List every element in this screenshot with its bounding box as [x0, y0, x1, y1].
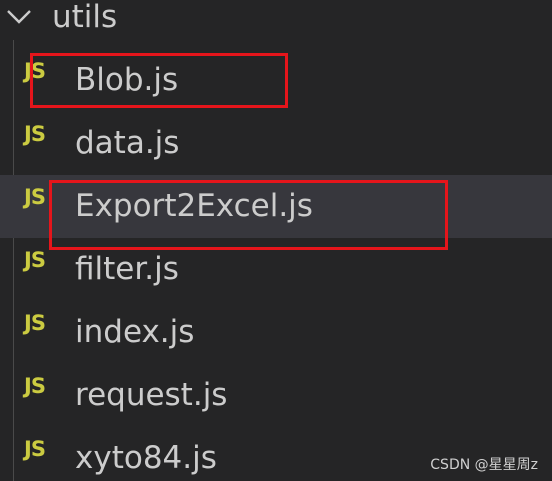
folder-row-utils[interactable]: utils: [0, 0, 552, 38]
js-file-icon: JS: [24, 311, 46, 335]
js-file-icon: JS: [24, 122, 46, 146]
js-file-icon: JS: [24, 248, 46, 272]
file-item-request[interactable]: JS request.js: [0, 364, 552, 427]
watermark: CSDN @星星周z: [430, 457, 538, 473]
chevron-down-icon[interactable]: [4, 2, 34, 32]
file-label: xyto84.js: [75, 440, 217, 476]
file-label: filter.js: [75, 251, 179, 287]
file-item-data[interactable]: JS data.js: [0, 112, 552, 175]
js-file-icon: JS: [24, 374, 46, 398]
file-item-index[interactable]: JS index.js: [0, 301, 552, 364]
file-label: index.js: [75, 314, 195, 350]
file-item-filter[interactable]: JS filter.js: [0, 238, 552, 301]
js-file-icon: JS: [24, 59, 46, 83]
js-file-icon: JS: [24, 437, 46, 461]
file-item-blob[interactable]: JS Blob.js: [0, 49, 552, 112]
file-label: Export2Excel.js: [75, 188, 313, 224]
file-label: Blob.js: [75, 62, 179, 98]
file-explorer: utils JS Blob.js JS data.js JS Export2Ex…: [0, 0, 552, 481]
js-file-icon: JS: [24, 185, 46, 209]
file-item-export2excel[interactable]: JS Export2Excel.js: [0, 175, 552, 238]
file-label: request.js: [75, 377, 228, 413]
file-label: data.js: [75, 125, 180, 161]
folder-label: utils: [52, 0, 118, 35]
